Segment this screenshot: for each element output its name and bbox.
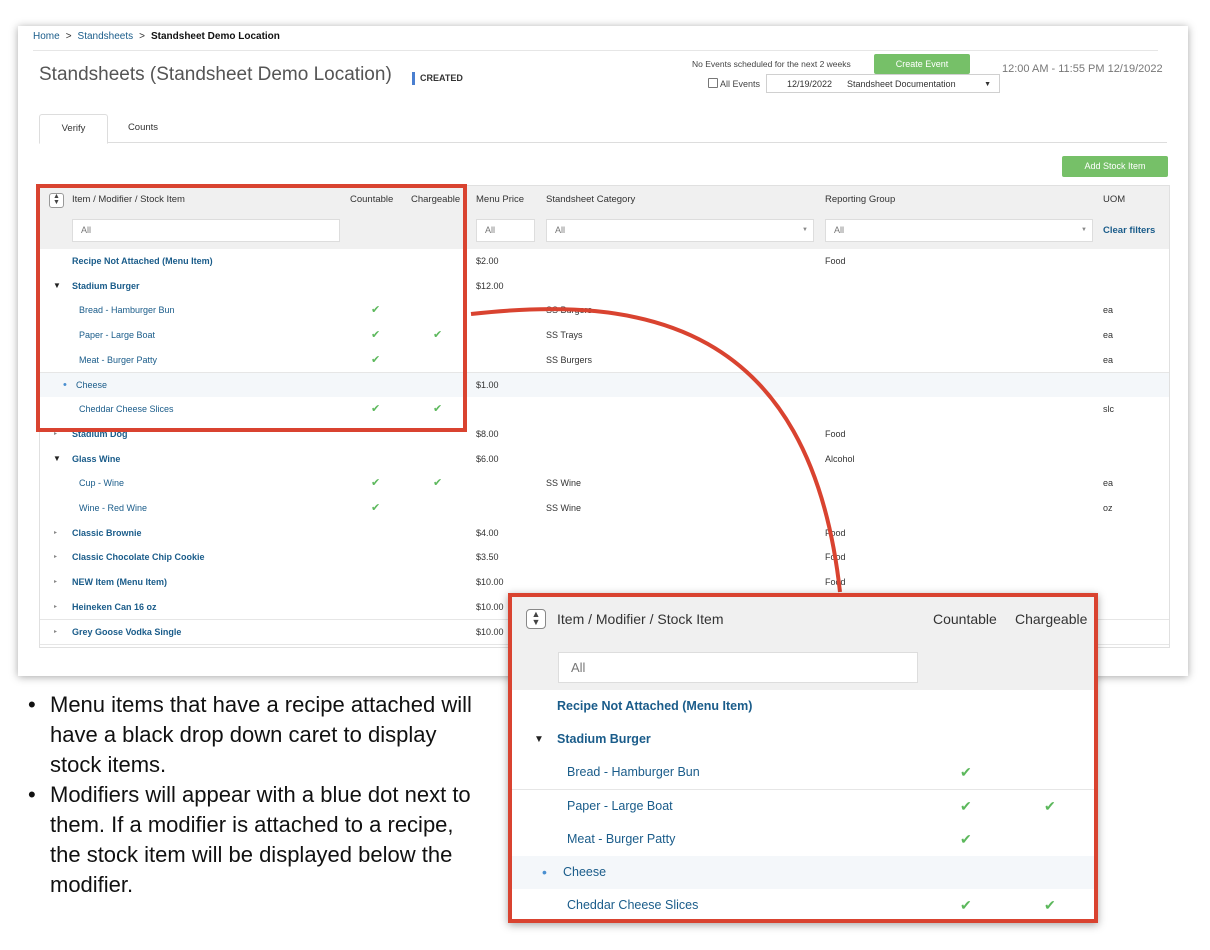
countable-check-icon: ✔ bbox=[960, 897, 972, 914]
zoom-stock-item-row: Cheddar Cheese Slices ✔ ✔ bbox=[512, 889, 1094, 919]
modifier-dot-icon: • bbox=[542, 864, 547, 880]
zoom-row-name: Cheddar Cheese Slices bbox=[567, 898, 699, 913]
chargeable-check-icon: ✔ bbox=[1044, 797, 1056, 814]
zoom-row-name: Cheese bbox=[563, 865, 607, 879]
zoom-header: ▲ ▼ Item / Modifier / Stock Item Countabl… bbox=[512, 597, 1094, 642]
countable-check-icon: ✔ bbox=[960, 797, 972, 814]
zoom-row-name: Meat - Burger Patty bbox=[567, 831, 676, 846]
zoom-stock-item-row: Paper - Large Boat ✔ ✔ bbox=[512, 789, 1094, 824]
zoom-menu-item-row: Recipe Not Attached (Menu Item) bbox=[512, 690, 1094, 724]
sort-icon[interactable]: ▲ ▼ bbox=[526, 609, 546, 629]
bullet: • bbox=[28, 692, 36, 717]
zoom-col-item: Item / Modifier / Stock Item bbox=[557, 611, 724, 627]
zoom-row-name: Paper - Large Boat bbox=[567, 798, 673, 813]
caret-down-icon: ▼ bbox=[534, 734, 544, 746]
chargeable-check-icon: ✔ bbox=[1044, 897, 1056, 914]
countable-check-icon: ✔ bbox=[960, 764, 972, 781]
zoom-stock-item-row: Bread - Hamburger Bun ✔ bbox=[512, 756, 1094, 791]
note-item: • Menu items that have a recipe attached … bbox=[28, 690, 478, 780]
note-item: • Modifiers will appear with a blue dot n… bbox=[28, 780, 478, 900]
zoom-stock-item-row: Meat - Burger Patty ✔ bbox=[512, 822, 1094, 857]
zoom-row-name: Stadium Burger bbox=[557, 732, 651, 747]
zoom-filter-row: All bbox=[512, 641, 1094, 691]
zoom-item-filter: All bbox=[558, 652, 918, 683]
tab-verify[interactable]: Verify bbox=[39, 114, 108, 144]
zoom-modifier-row: • Cheese bbox=[512, 856, 1094, 890]
note-text: Menu items that have a recipe attached w… bbox=[50, 692, 472, 777]
zoom-col-countable: Countable bbox=[933, 611, 997, 627]
zoom-callout: ▲ ▼ Item / Modifier / Stock Item Countabl… bbox=[508, 593, 1098, 923]
zoom-col-chargeable: Chargeable bbox=[1015, 611, 1088, 627]
notes: • Menu items that have a recipe attached … bbox=[28, 690, 478, 900]
zoom-row-name: Recipe Not Attached (Menu Item) bbox=[557, 699, 753, 713]
bullet: • bbox=[28, 782, 36, 807]
countable-check-icon: ✔ bbox=[960, 830, 972, 847]
zoom-row-name: Bread - Hamburger Bun bbox=[567, 765, 700, 780]
zoom-menu-item-row: ▼ Stadium Burger bbox=[512, 723, 1094, 758]
note-text: Modifiers will appear with a blue dot ne… bbox=[50, 782, 471, 897]
